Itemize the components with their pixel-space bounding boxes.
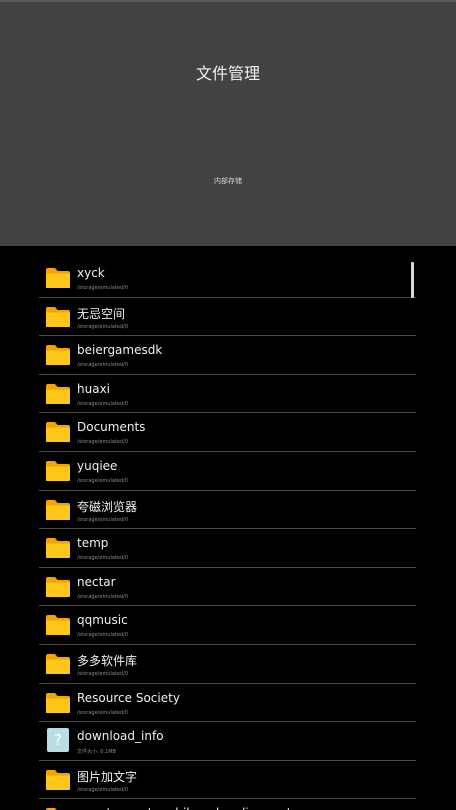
file-list-item[interactable]: 夸磁浏览器/storage/emulated/0 [39,491,416,530]
folder-icon [45,383,71,405]
file-list[interactable]: xyck/storage/emulated/0 无忌空间/storage/emu… [39,259,416,810]
file-list-item[interactable]: qqmusic/storage/emulated/0 [39,606,416,645]
file-name: Documents [77,420,146,435]
page-title: 文件管理 [195,64,260,83]
file-list-item[interactable]: com.tencent.mobileqq.kandian.root/storag… [39,799,416,810]
file-path: /storage/emulated/0 [77,362,129,369]
folder-icon [45,499,71,521]
list-scrollbar[interactable] [411,262,414,298]
file-name: beiergamesdk [77,343,163,358]
file-list-item[interactable]: Documents/storage/emulated/0 [39,413,416,452]
folder-icon [45,460,71,482]
file-list-item[interactable]: 图片加文字/storage/emulated/0 [39,761,416,800]
header-top-border [0,0,456,2]
unknown-file-icon: ? [45,728,71,753]
file-name: yuqiee [77,458,118,473]
app-header: 文件管理 内部存储 [0,0,456,246]
folder-icon [45,653,71,675]
folder-icon [45,576,71,598]
file-path: /storage/emulated/0 [77,323,129,330]
file-path: /storage/emulated/0 [77,786,129,793]
file-name: download_info [77,729,164,744]
file-path: /storage/emulated/0 [77,439,129,446]
file-list-item[interactable]: huaxi/storage/emulated/0 [39,375,416,414]
folder-icon [45,306,71,328]
file-list-item[interactable]: Resource Society/storage/emulated/0 [39,684,416,723]
file-name: nectar [77,574,116,589]
file-path: /storage/emulated/0 [77,670,129,677]
file-list-item[interactable]: temp/storage/emulated/0 [39,529,416,568]
file-name: 无忌空间 [77,306,126,321]
file-name: 多多软件库 [77,653,138,668]
file-name: com.tencent.mobileqq.kandian.root [77,806,291,810]
file-name: Resource Society [77,690,180,705]
file-list-item[interactable]: beiergamesdk/storage/emulated/0 [39,336,416,375]
file-path: /storage/emulated/0 [77,709,129,716]
file-name: 夸磁浏览器 [77,499,138,514]
file-name: huaxi [77,381,110,396]
file-list-item[interactable]: xyck/storage/emulated/0 [39,259,416,298]
file-name: qqmusic [77,613,128,628]
file-path: /storage/emulated/0 [77,285,129,291]
file-list-item[interactable]: yuqiee/storage/emulated/0 [39,452,416,491]
storage-location-label[interactable]: 内部存储 [0,176,456,186]
folder-icon [45,267,71,289]
folder-icon [45,537,71,559]
folder-icon [45,692,71,714]
file-name: 图片加文字 [77,769,138,784]
file-name: temp [77,536,109,551]
svg-text:?: ? [54,731,62,749]
folder-icon [45,344,71,366]
file-path: /storage/emulated/0 [77,477,129,484]
file-list-item[interactable]: 无忌空间/storage/emulated/0 [39,298,416,337]
folder-icon [45,421,71,443]
file-path: /storage/emulated/0 [77,516,129,523]
file-path: /storage/emulated/0 [77,555,129,562]
file-list-item[interactable]: nectar/storage/emulated/0 [39,568,416,607]
file-list-item[interactable]: ? download_info 文件大小: 0.1MB [39,722,416,761]
file-path: /storage/emulated/0 [77,400,129,407]
file-list-item[interactable]: 多多软件库/storage/emulated/0 [39,645,416,684]
file-name: xyck [77,266,105,280]
folder-icon [45,614,71,636]
file-path: /storage/emulated/0 [77,632,129,639]
file-path: 文件大小: 0.1MB [77,749,116,756]
file-path: /storage/emulated/0 [77,593,129,600]
folder-icon [45,769,71,791]
